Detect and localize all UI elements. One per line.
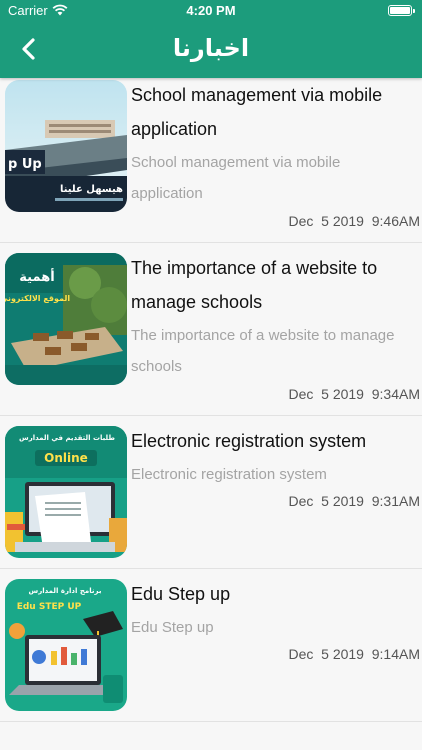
status-time: 4:20 PM [186, 3, 236, 18]
news-date: Dec 5 2019 9:31AM [288, 493, 420, 509]
news-item[interactable]: p Up هيسهل علينا School management via m… [0, 78, 422, 243]
news-thumbnail: برنامج ادارة المدارس Edu STEP UP [5, 579, 127, 711]
thumb-caption-1: طلبات التقديم في المدارس [19, 434, 115, 442]
news-item[interactable]: طلبات التقديم في المدارس Online Electron… [0, 416, 422, 569]
news-subtitle: School management via mobile application [131, 154, 341, 202]
news-subtitle: The importance of a website to manage sc… [131, 327, 395, 375]
thumb-caption-2: الموقع الالكتروني [5, 294, 70, 303]
news-thumbnail: أهمية الموقع الالكتروني [5, 253, 127, 385]
news-date: Dec 5 2019 9:46AM [288, 213, 420, 229]
thumb-caption-1: p Up [8, 157, 42, 172]
news-thumbnail: طلبات التقديم في المدارس Online [5, 426, 127, 558]
news-title: School management via mobile application [131, 85, 383, 139]
thumb-caption-2: Edu STEP UP [17, 602, 82, 612]
thumb-caption-2: Online [44, 451, 88, 465]
news-thumbnail: p Up هيسهل علينا [5, 80, 127, 212]
news-date: Dec 5 2019 9:34AM [288, 386, 420, 402]
news-title: The importance of a website to manage sc… [131, 258, 378, 312]
news-subtitle: Electronic registration system [131, 466, 327, 483]
news-subtitle: Edu Step up [131, 619, 214, 636]
news-title: Electronic registration system [131, 431, 367, 451]
battery-icon [388, 5, 415, 16]
thumb-caption-2: هيسهل علينا [60, 184, 123, 195]
news-title: Edu Step up [131, 584, 231, 604]
app-header: Carrier 4:20 PM اخبارنا [0, 0, 422, 78]
news-list: p Up هيسهل علينا School management via m… [0, 78, 422, 722]
news-item[interactable]: أهمية الموقع الالكتروني The importance o… [0, 243, 422, 416]
status-bar: Carrier 4:20 PM [0, 0, 422, 22]
thumb-caption-1: برنامج ادارة المدارس [29, 587, 102, 595]
thumb-caption-1: أهمية [19, 268, 54, 285]
news-item[interactable]: برنامج ادارة المدارس Edu STEP UP Edu Ste… [0, 569, 422, 722]
page-title: اخبارنا [172, 35, 250, 62]
news-date: Dec 5 2019 9:14AM [288, 646, 420, 662]
